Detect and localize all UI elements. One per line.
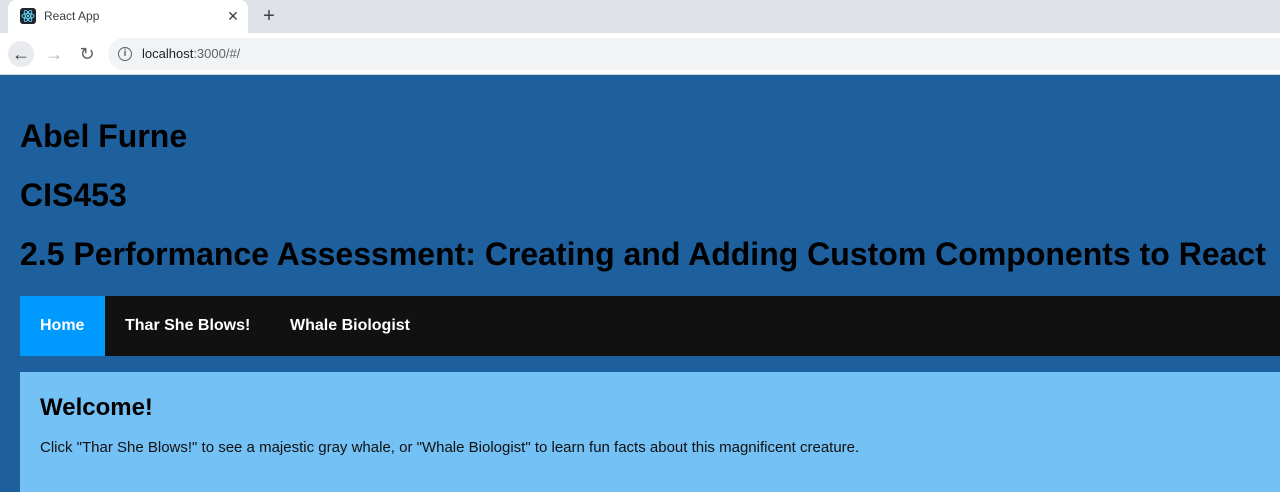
- site-info-icon[interactable]: i: [118, 47, 132, 61]
- address-bar[interactable]: i localhost:3000/#/: [108, 38, 1280, 70]
- content-panel: Welcome! Click "Thar She Blows!" to see …: [20, 372, 1280, 492]
- url-path: :3000/#/: [193, 46, 241, 61]
- new-tab-icon[interactable]: +: [258, 6, 280, 28]
- back-arrow-icon[interactable]: ←: [8, 41, 34, 67]
- assignment-heading: 2.5 Performance Assessment: Creating and…: [20, 236, 1266, 272]
- welcome-text: Click "Thar She Blows!" to see a majesti…: [40, 439, 860, 456]
- welcome-heading: Welcome!: [40, 394, 153, 421]
- forward-arrow-icon[interactable]: →: [41, 41, 67, 67]
- author-name-heading: Abel Furne: [20, 118, 188, 154]
- url-text[interactable]: localhost:3000/#/: [142, 46, 240, 61]
- react-logo-icon: [20, 8, 36, 24]
- reload-icon[interactable]: ↻: [74, 41, 100, 67]
- tab-title: React App: [44, 9, 100, 23]
- close-tab-icon[interactable]: ✕: [224, 7, 242, 25]
- url-host: localhost: [142, 46, 194, 61]
- nav-item-home[interactable]: Home: [20, 296, 105, 356]
- main-nav: Home Thar She Blows! Whale Biologist: [20, 296, 1280, 356]
- nav-item-whale-biologist[interactable]: Whale Biologist: [270, 296, 430, 356]
- browser-tab[interactable]: React App ✕: [8, 0, 248, 33]
- tab-strip: React App ✕ +: [0, 0, 1280, 33]
- browser-toolbar: ← → ↻ i localhost:3000/#/: [0, 33, 1280, 75]
- nav-item-thar-she-blows[interactable]: Thar She Blows!: [105, 296, 270, 356]
- page-body: Abel Furne CIS453 2.5 Performance Assess…: [0, 76, 1280, 492]
- course-heading: CIS453: [20, 177, 127, 213]
